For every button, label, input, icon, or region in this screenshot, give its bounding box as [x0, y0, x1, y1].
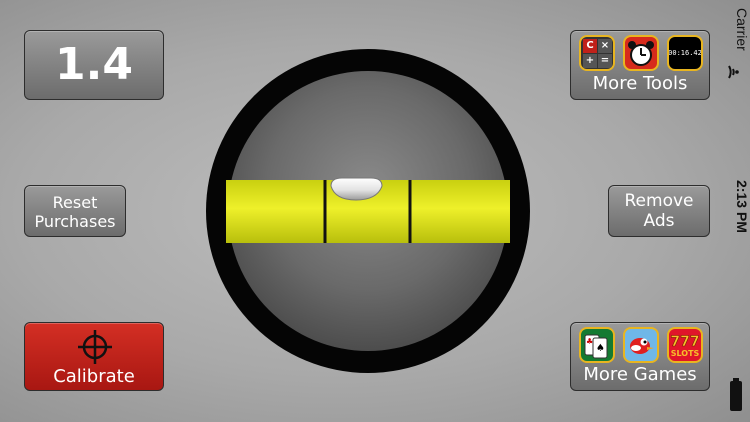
- calc-key: ×: [598, 39, 612, 53]
- stopwatch-icon: 00:16.42: [667, 35, 703, 71]
- angle-readout: 1.4: [24, 30, 164, 100]
- remove-ads-button[interactable]: Remove Ads: [608, 185, 710, 237]
- reset-purchases-button[interactable]: Reset Purchases: [24, 185, 126, 237]
- carrier-label: Carrier: [734, 8, 750, 51]
- more-tools-button[interactable]: C × + = 00:16.42 More Tools: [570, 30, 710, 100]
- alarm-clock-icon: [623, 35, 659, 71]
- remove-ads-label-line2: Ads: [643, 211, 675, 231]
- remove-ads-label-line1: Remove: [624, 191, 694, 211]
- slots-digits: 777: [670, 334, 699, 350]
- clock-label: 2:13 PM: [734, 180, 750, 233]
- tool-icons-row: C × + = 00:16.42: [579, 35, 703, 71]
- more-games-label: More Games: [583, 364, 697, 385]
- calibrate-label: Calibrate: [53, 366, 135, 387]
- slots-text: SLOTS: [671, 349, 700, 358]
- flappy-bird-icon: [623, 327, 659, 363]
- reset-purchases-label-line2: Purchases: [34, 212, 116, 231]
- svg-text:♠: ♠: [596, 343, 605, 354]
- calculator-icon: C × + =: [579, 35, 615, 71]
- more-games-button[interactable]: ♠ ♣ 777 SLOTS More Games: [570, 322, 710, 391]
- more-tools-label: More Tools: [592, 73, 688, 94]
- calibrate-button[interactable]: Calibrate: [24, 322, 164, 391]
- reset-purchases-label-line1: Reset: [52, 193, 98, 212]
- crosshair-icon: [78, 330, 112, 364]
- game-icons-row: ♠ ♣ 777 SLOTS: [579, 327, 703, 363]
- slots-icon: 777 SLOTS: [667, 327, 703, 363]
- battery-icon: [730, 378, 742, 411]
- calc-key: C: [583, 39, 597, 53]
- bubble-level-dial: [206, 49, 530, 373]
- wifi-icon: [728, 65, 739, 79]
- svg-text:♣: ♣: [586, 337, 593, 346]
- calc-key: =: [598, 54, 612, 68]
- solitaire-icon: ♠ ♣: [579, 327, 615, 363]
- calc-key: +: [583, 54, 597, 68]
